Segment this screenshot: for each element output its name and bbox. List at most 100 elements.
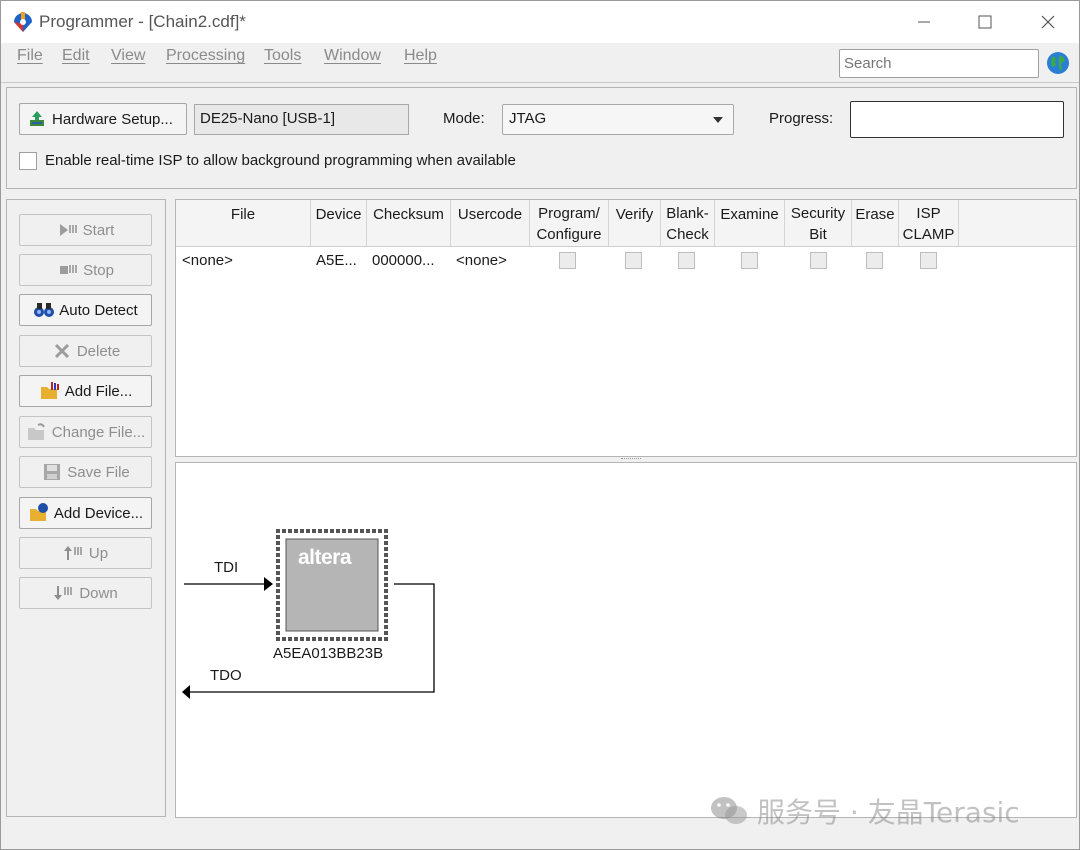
action-sidebar: Start Stop Auto Detect Delete Add File..… — [6, 199, 166, 817]
start-button[interactable]: Start — [19, 214, 152, 246]
mode-value: JTAG — [509, 110, 547, 127]
menu-view[interactable]: View — [111, 47, 145, 65]
col-header-device[interactable]: Device — [311, 200, 367, 247]
col-header-filler — [959, 200, 1076, 247]
menu-help[interactable]: Help — [404, 47, 437, 65]
col-header-checksum[interactable]: Checksum — [367, 200, 451, 247]
globe-icon[interactable] — [1046, 51, 1070, 75]
up-button[interactable]: Up — [19, 537, 152, 569]
auto-detect-button[interactable]: Auto Detect — [19, 294, 152, 326]
isp-checkbox-label: Enable real-time ISP to allow background… — [45, 152, 516, 169]
chip-pin — [384, 613, 388, 617]
col-header-usercode[interactable]: Usercode — [451, 200, 530, 247]
security-bit-checkbox[interactable] — [810, 252, 827, 269]
col-header-usercode-label: Usercode — [457, 206, 523, 223]
chip-pin — [384, 595, 388, 599]
auto-detect-label: Auto Detect — [59, 301, 138, 319]
col-header-verify-label: Verify — [615, 206, 654, 223]
stop-icon — [57, 259, 79, 281]
menu-window[interactable]: Window — [324, 47, 381, 65]
close-icon — [1041, 15, 1055, 29]
stop-button[interactable]: Stop — [19, 254, 152, 286]
add-file-button[interactable]: Add File... — [19, 375, 152, 407]
minimize-icon — [918, 21, 930, 23]
menu-edit[interactable]: Edit — [62, 47, 90, 65]
col-header-blank-check[interactable]: Blank- Check — [661, 200, 715, 247]
start-icon — [57, 219, 79, 241]
col-header-checksum-label: Checksum — [373, 206, 444, 223]
chip-pin — [318, 529, 322, 533]
menu-processing[interactable]: Processing — [166, 47, 245, 65]
tdi-label: TDI — [214, 559, 239, 576]
menu-bar: File Edit View Processing Tools Window H… — [1, 43, 1079, 83]
program-checkbox[interactable] — [559, 252, 576, 269]
chip-pin — [354, 637, 358, 641]
col-header-isp-clamp[interactable]: ISP CLAMP — [899, 200, 959, 247]
examine-checkbox[interactable] — [741, 252, 758, 269]
isp-checkbox[interactable] — [19, 152, 37, 170]
col-header-examine[interactable]: Examine — [715, 200, 785, 247]
chip-pin — [276, 577, 280, 581]
delete-button[interactable]: Delete — [19, 335, 152, 367]
chip-pin — [276, 607, 280, 611]
search-input[interactable] — [839, 49, 1039, 78]
chip-pin — [276, 541, 280, 545]
wechat-icon — [711, 797, 747, 824]
mode-select[interactable]: JTAG — [502, 104, 734, 135]
chip-pin — [384, 529, 388, 533]
save-icon — [41, 461, 63, 483]
title-bar: Programmer - [Chain2.cdf]* — [1, 1, 1079, 43]
hardware-device-field: DE25-Nano [USB-1] — [194, 104, 409, 135]
panel-splitter[interactable] — [621, 458, 641, 461]
chip-pin — [384, 553, 388, 557]
col-header-program[interactable]: Program/ Configure — [530, 200, 609, 247]
col-header-erase-label: Erase — [855, 206, 895, 223]
minimize-button[interactable] — [901, 7, 947, 37]
tdi-arrow-icon — [264, 577, 273, 591]
hardware-setup-icon — [26, 108, 48, 130]
erase-checkbox[interactable] — [866, 252, 883, 269]
change-file-button[interactable]: Change File... — [19, 416, 152, 448]
chip-pin — [300, 637, 304, 641]
chip-pin — [306, 637, 310, 641]
chip-pin — [324, 637, 328, 641]
chip-pin — [384, 535, 388, 539]
chip-pin — [276, 619, 280, 623]
col-header-verify[interactable]: Verify — [609, 200, 661, 247]
cell-device: A5E... — [316, 252, 357, 269]
blank-check-checkbox[interactable] — [678, 252, 695, 269]
chip-pin — [276, 535, 280, 539]
col-header-erase[interactable]: Erase — [852, 200, 899, 247]
binoculars-icon — [33, 299, 55, 321]
menu-tools[interactable]: Tools — [264, 47, 301, 65]
chip-pin — [384, 571, 388, 575]
progress-bar — [850, 101, 1064, 138]
menu-file[interactable]: File — [17, 47, 43, 65]
save-file-button[interactable]: Save File — [19, 456, 152, 488]
add-device-button[interactable]: Add Device... — [19, 497, 152, 529]
up-label: Up — [88, 544, 109, 562]
chip-pin — [276, 613, 280, 617]
chip-pin — [384, 619, 388, 623]
verify-checkbox[interactable] — [625, 252, 642, 269]
isp-clamp-checkbox[interactable] — [920, 252, 937, 269]
chip-pin — [276, 637, 280, 641]
col-header-file[interactable]: File — [176, 200, 311, 247]
col-header-examine-label: Examine — [720, 206, 779, 223]
chip-pin — [384, 607, 388, 611]
chip-pin — [384, 583, 388, 587]
close-button[interactable] — [1025, 7, 1071, 37]
col-header-security-bit[interactable]: Security Bit — [785, 200, 852, 247]
delete-label: Delete — [76, 342, 121, 360]
cell-usercode: <none> — [456, 252, 507, 269]
cell-checksum: 000000... — [372, 252, 435, 269]
chip-pin — [312, 529, 316, 533]
chip-pin — [348, 529, 352, 533]
chip-pin — [384, 637, 388, 641]
chip-pin — [330, 637, 334, 641]
hardware-setup-button[interactable]: Hardware Setup... — [19, 103, 187, 135]
maximize-button[interactable] — [962, 7, 1008, 37]
down-button[interactable]: Down — [19, 577, 152, 609]
chip-pin — [330, 529, 334, 533]
chip-pin — [384, 589, 388, 593]
